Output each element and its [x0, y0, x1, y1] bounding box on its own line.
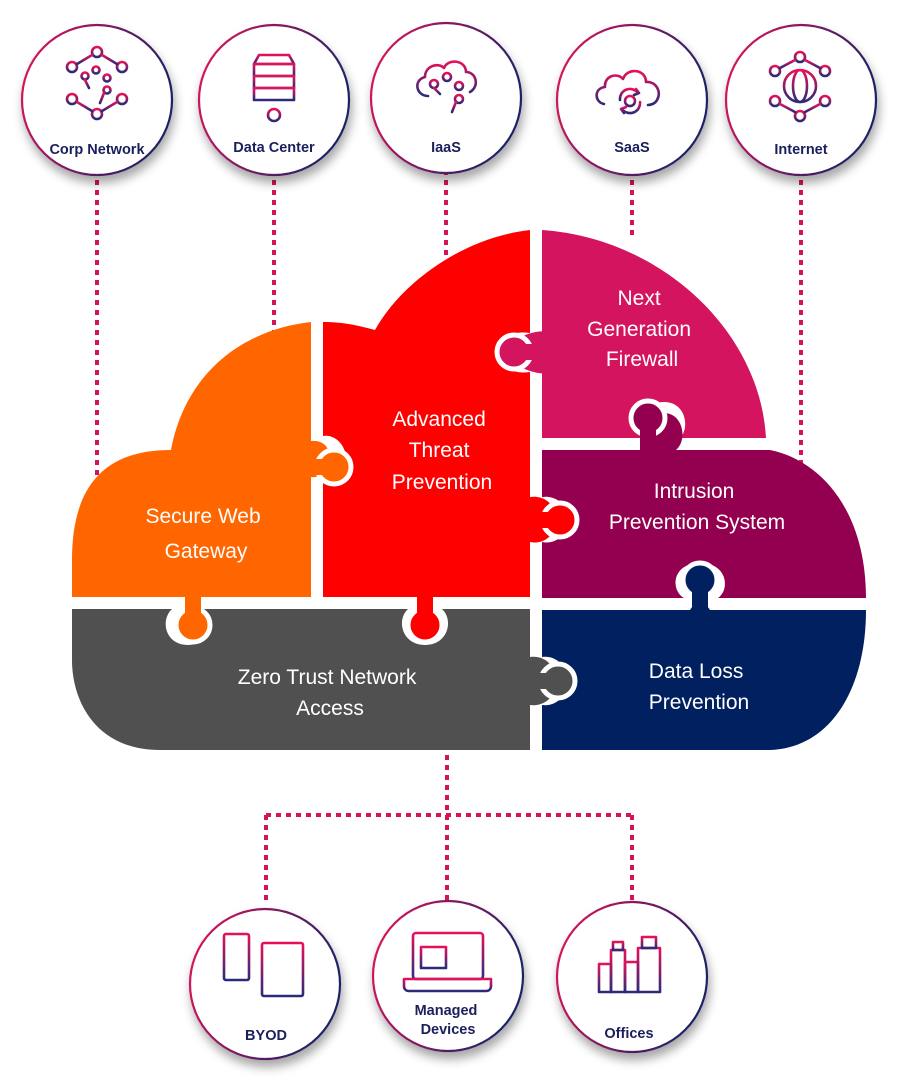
node-saas[interactable]: SaaS [555, 23, 709, 177]
node-label: BYOD [245, 1028, 287, 1044]
node-label: Data Center [233, 140, 315, 156]
node-offices[interactable]: Offices [555, 900, 709, 1054]
node-iaas[interactable]: IaaS [369, 21, 523, 175]
node-data-center[interactable]: Data Center [197, 23, 351, 177]
node-corp-network[interactable]: Corp Network [20, 23, 174, 177]
node-label: Offices [604, 1026, 653, 1042]
top-nodes: Corp Network Data Center IaaS SaaS Inter… [20, 21, 878, 177]
node-label: SaaS [614, 140, 650, 156]
secure-access-diagram: Secure Web Gateway Advanced Threat Preve… [20, 21, 878, 1061]
node-label: Internet [774, 142, 827, 158]
node-byod[interactable]: BYOD [188, 907, 342, 1061]
node-label: IaaS [431, 140, 461, 156]
bottom-nodes: BYOD Managed Devices Offices [188, 899, 709, 1061]
security-cloud: Secure Web Gateway Advanced Threat Preve… [72, 230, 866, 750]
node-label: Corp Network [49, 142, 145, 158]
node-internet[interactable]: Internet [724, 23, 878, 177]
node-managed-devices[interactable]: Managed Devices [371, 899, 525, 1053]
